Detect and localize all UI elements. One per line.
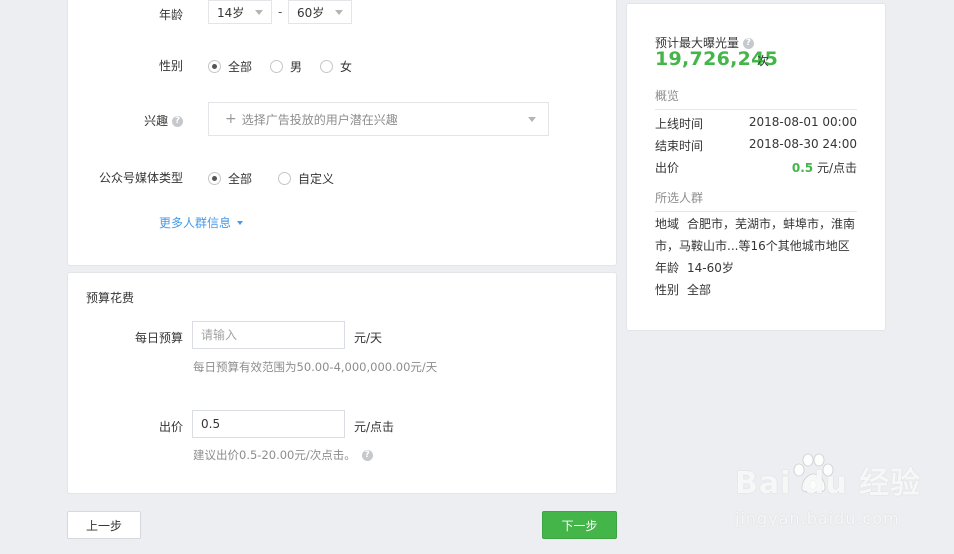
audience-section-title: 所选人群 (655, 189, 857, 212)
age-label: 年龄 (158, 8, 183, 22)
online-time-row: 上线时间 2018-08-01 00:00 (655, 115, 857, 132)
help-icon[interactable]: ? (172, 116, 183, 127)
help-icon[interactable]: ? (361, 449, 373, 461)
next-step-button[interactable]: 下一步 (542, 511, 617, 539)
age-summary-label: 年龄 (655, 261, 680, 275)
age-summary-value: 14-60岁 (687, 261, 734, 275)
chevron-down-icon (237, 220, 244, 225)
interest-label-row: 兴趣 ? (144, 112, 183, 129)
exposure-unit: 次 (757, 54, 770, 68)
daily-budget-label: 每日预算 (134, 331, 183, 345)
gender-option-male[interactable]: 男 (270, 58, 302, 75)
media-type-label: 公众号媒体类型 (98, 171, 183, 185)
chevron-down-icon (335, 10, 343, 15)
bid-summary-value-group: 0.5 元/点击 (792, 159, 857, 176)
gender-label: 性别 (158, 59, 183, 73)
gender-summary-row: 性别 全部 (655, 279, 860, 301)
daily-budget-unit: 元/天 (354, 331, 383, 345)
bid-summary-value: 0.5 (791, 161, 814, 175)
watermark-brand: Bai du 经验 (735, 466, 922, 501)
radio-icon (320, 60, 334, 73)
age-to-value: 60岁 (297, 5, 325, 20)
bid-hint: 建议出价0.5-20.00元/次点击。 (193, 448, 356, 462)
bid-summary-label: 出价 (655, 161, 680, 175)
bid-summary-unit: 元/点击 (816, 161, 857, 175)
end-time-row: 结束时间 2018-08-30 24:00 (655, 137, 857, 154)
gender-summary-value: 全部 (687, 283, 712, 297)
end-time-label: 结束时间 (655, 139, 704, 153)
audience-targeting-card: 年龄 14岁 - 60岁 性别 全部 男 女 兴趣 ? + 选择广告投放的用户潜… (67, 0, 617, 266)
online-time-value: 2018-08-01 00:00 (748, 115, 857, 129)
region-row: 地域 合肥市，芜湖市，蚌埠市，淮南市，马鞍山市...等16个其他城市地区 (655, 213, 860, 257)
watermark-url: jingyan.baidu.com (735, 509, 900, 528)
region-value: 合肥市，芜湖市，蚌埠市，淮南市，马鞍山市...等16个其他城市地区 (655, 217, 856, 253)
chevron-down-icon (255, 10, 263, 15)
media-type-radio-group: 全部 自定义 (208, 170, 352, 187)
more-audience-info-link[interactable]: 更多人群信息 (159, 214, 244, 231)
bid-hint-row: 建议出价0.5-20.00元/次点击。 ? (193, 447, 373, 463)
media-type-option-all[interactable]: 全部 (208, 170, 252, 187)
chevron-down-icon (528, 117, 536, 122)
budget-section-title: 预算花费 (86, 291, 135, 305)
end-time-value: 2018-08-30 24:00 (748, 137, 857, 151)
radio-icon (270, 60, 284, 73)
daily-budget-hint: 每日预算有效范围为50.00-4,000,000.00元/天 (193, 360, 438, 374)
gender-summary-label: 性别 (655, 283, 680, 297)
radio-icon (278, 172, 292, 185)
daily-budget-input[interactable] (192, 321, 345, 349)
media-type-option-label: 自定义 (298, 172, 335, 186)
prev-step-button[interactable]: 上一步 (67, 511, 141, 539)
age-summary-row: 年龄 14-60岁 (655, 257, 860, 279)
gender-radio-group: 全部 男 女 (208, 58, 370, 75)
age-separator: - (278, 5, 283, 19)
media-type-option-custom[interactable]: 自定义 (278, 170, 334, 187)
interest-label: 兴趣 (144, 114, 169, 128)
overview-section-title: 概览 (655, 87, 857, 110)
bid-summary-row: 出价 0.5 元/点击 (655, 159, 857, 176)
summary-card: 预计最大曝光量 ? 19,726,245 次 概览 上线时间 2018-08-0… (626, 3, 886, 331)
age-from-select[interactable]: 14岁 (208, 0, 272, 24)
plus-icon: + (225, 111, 237, 127)
online-time-label: 上线时间 (655, 117, 704, 131)
age-from-value: 14岁 (217, 5, 245, 20)
interest-placeholder: 选择广告投放的用户潜在兴趣 (241, 112, 398, 127)
bid-input[interactable] (192, 410, 345, 438)
budget-card: 预算花费 每日预算 元/天 每日预算有效范围为50.00-4,000,000.0… (67, 272, 617, 494)
gender-option-female[interactable]: 女 (320, 58, 352, 75)
gender-option-label: 全部 (228, 60, 253, 74)
gender-option-label: 男 (290, 60, 303, 74)
gender-option-all[interactable]: 全部 (208, 58, 252, 75)
bid-unit: 元/点击 (354, 420, 395, 434)
age-to-select[interactable]: 60岁 (288, 0, 352, 24)
gender-option-label: 女 (340, 60, 353, 74)
radio-checked-icon (208, 172, 221, 185)
region-label: 地域 (655, 217, 680, 231)
more-audience-info-label: 更多人群信息 (159, 216, 232, 230)
interest-select[interactable]: + 选择广告投放的用户潜在兴趣 (208, 102, 549, 136)
media-type-option-label: 全部 (228, 172, 253, 186)
bid-label: 出价 (158, 420, 183, 434)
radio-checked-icon (208, 60, 221, 73)
